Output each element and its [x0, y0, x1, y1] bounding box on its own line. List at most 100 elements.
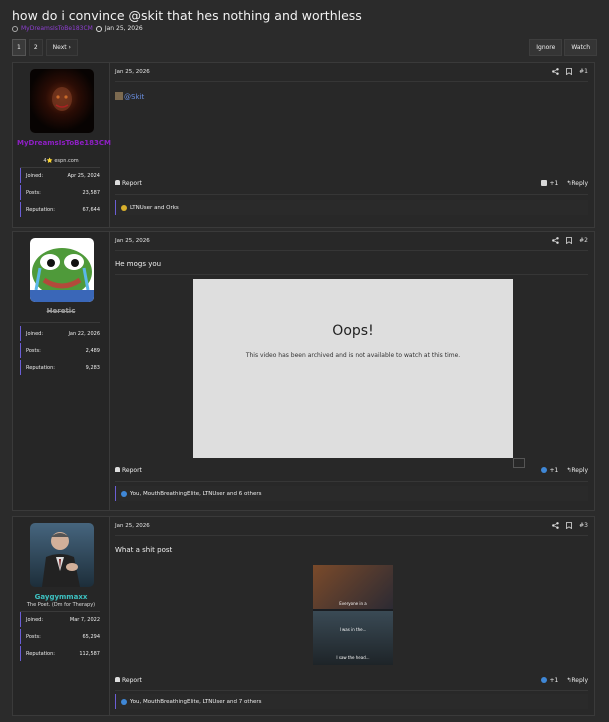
reaction-button[interactable]: +1: [541, 467, 558, 474]
reaction-count: +1: [549, 180, 559, 187]
post-2-username[interactable]: Heretic: [17, 307, 105, 315]
stat-label: Joined:: [26, 172, 44, 179]
post-1: MyDreamsIsToBe183CM 4⭐ espn.com Joined: …: [12, 62, 595, 228]
reply-button[interactable]: ↰Reply: [566, 180, 588, 187]
post-3-username[interactable]: Gaygymmaxx: [17, 593, 105, 601]
next-page-button[interactable]: Next ›: [45, 39, 78, 56]
thread-title: how do i convince @skit that hes nothing…: [12, 8, 362, 23]
post-3-user-title: The Poet. (Dm for Therapy): [26, 602, 96, 608]
laugh-reaction-icon: [121, 204, 127, 211]
thread-actions: Ignore Watch: [529, 39, 597, 56]
stat-joined: Joined: Apr 25, 2024: [20, 168, 100, 183]
stat-reputation: Reputation: 67,644: [20, 202, 100, 217]
report-button[interactable]: Report: [115, 180, 142, 187]
divider: [115, 81, 588, 82]
stat-label: Joined:: [26, 330, 44, 337]
share-icon[interactable]: [552, 522, 559, 529]
post-2-user-panel: Heretic Joined: Jan 22, 2026 Posts: 2,48…: [13, 232, 110, 510]
reaction-count: +1: [549, 677, 559, 684]
stat-posts: Posts: 23,587: [20, 185, 100, 200]
like-reaction-icon: [121, 698, 127, 705]
avatar[interactable]: [30, 69, 94, 133]
embedded-video[interactable]: Oops! This video has been archived and i…: [193, 279, 513, 458]
reactions-text: LTNUser and Orks: [130, 204, 179, 211]
stat-posts: Posts: 2,489: [20, 343, 100, 358]
reactions-text: You, MouthBreathingElite, LTNUser and 7 …: [130, 698, 262, 705]
pagination: 1 2 Next ›: [12, 39, 78, 56]
page-2-button[interactable]: 2: [28, 39, 43, 56]
post-footer: Report +1 ↰Reply: [115, 180, 588, 187]
avatar[interactable]: [30, 523, 94, 587]
mention-avatar-icon: [115, 92, 123, 100]
report-button[interactable]: Report: [115, 677, 142, 684]
post-3-message: Jan 25, 2026 #3 What a shit post Everyon…: [109, 517, 594, 715]
reactions-summary[interactable]: You, MouthBreathingElite, LTNUser and 7 …: [115, 694, 588, 709]
clock-icon: [95, 25, 102, 32]
share-icon[interactable]: [552, 68, 559, 75]
bookmark-icon[interactable]: [566, 522, 573, 529]
report-button[interactable]: Report: [115, 467, 142, 474]
post-tools: #2: [552, 237, 588, 244]
bookmark-icon[interactable]: [566, 237, 573, 244]
divider: [115, 481, 588, 482]
stat-label: Posts:: [26, 189, 41, 196]
post-number[interactable]: #1: [579, 68, 588, 75]
reaction-button[interactable]: +1: [541, 180, 558, 187]
meme-caption-1: Everyone in a: [339, 601, 367, 606]
meme-image[interactable]: Everyone in a I was in the... I saw the …: [313, 565, 393, 665]
like-reaction-icon: [541, 677, 548, 683]
meme-caption-3: I saw the head...: [336, 655, 370, 660]
video-error-heading: Oops!: [332, 323, 374, 339]
avatar[interactable]: [30, 238, 94, 302]
reaction-button[interactable]: +1: [541, 677, 558, 684]
post-date[interactable]: Jan 25, 2026: [115, 69, 150, 75]
bookmark-icon[interactable]: [566, 68, 573, 75]
report-icon: [115, 677, 120, 682]
stat-value: 2,489: [85, 347, 100, 354]
reactions-summary[interactable]: LTNUser and Orks: [115, 200, 588, 215]
post-body: @Skit: [115, 92, 144, 101]
stat-joined: Joined: Mar 7, 2022: [20, 612, 100, 627]
stat-value: 112,587: [79, 650, 100, 657]
stat-value: Mar 7, 2022: [69, 616, 100, 623]
mention-link[interactable]: @Skit: [124, 93, 144, 101]
watch-button[interactable]: Watch: [564, 39, 597, 56]
post-3-user-panel: Gaygymmaxx The Poet. (Dm for Therapy) Jo…: [13, 517, 110, 715]
post-date[interactable]: Jan 25, 2026: [115, 523, 150, 529]
report-label: Report: [122, 180, 142, 187]
post-number[interactable]: #2: [579, 237, 588, 244]
reactions-summary[interactable]: You, MouthBreathingElite, LTNUser and 6 …: [115, 486, 588, 501]
stat-value: 65,294: [82, 633, 101, 640]
post-number[interactable]: #3: [579, 522, 588, 529]
stat-value: Apr 25, 2024: [67, 172, 100, 179]
video-error-message: This video has been archived and is not …: [245, 352, 461, 359]
divider: [20, 322, 100, 323]
post-2-message: Jan 25, 2026 #2 He mogs you Oops! This v…: [109, 232, 594, 510]
page-1-button[interactable]: 1: [12, 39, 26, 56]
divider: [115, 535, 588, 536]
like-reaction-icon: [541, 467, 548, 473]
post-1-username[interactable]: MyDreamsIsToBe183CM: [17, 139, 111, 147]
thread-author-link[interactable]: MyDreamsIsToBe183CM: [21, 25, 93, 32]
stat-label: Reputation:: [26, 364, 55, 371]
stat-reputation: Reputation: 9,283: [20, 360, 100, 375]
share-icon[interactable]: [552, 237, 559, 244]
report-label: Report: [122, 467, 142, 474]
post-date[interactable]: Jan 25, 2026: [115, 238, 150, 244]
stat-posts: Posts: 65,294: [20, 629, 100, 644]
thumbs-up-icon: [541, 180, 548, 186]
reply-button[interactable]: ↰Reply: [566, 677, 588, 684]
stat-reputation: Reputation: 112,587: [20, 646, 100, 661]
reply-label: Reply: [571, 180, 588, 187]
post-3: Gaygymmaxx The Poet. (Dm for Therapy) Jo…: [12, 516, 595, 716]
pepe-avatar-icon: [30, 248, 94, 302]
stat-value: 67,644: [82, 206, 101, 213]
reply-button[interactable]: ↰Reply: [566, 467, 588, 474]
post-footer: Report +1 ↰Reply: [115, 467, 588, 474]
divider: [115, 194, 588, 195]
reply-label: Reply: [571, 467, 588, 474]
thread-date[interactable]: Jan 25, 2026: [105, 25, 143, 32]
stat-label: Reputation:: [26, 206, 55, 213]
ignore-button[interactable]: Ignore: [529, 39, 563, 56]
post-1-user-title: 4⭐ espn.com: [43, 158, 79, 164]
